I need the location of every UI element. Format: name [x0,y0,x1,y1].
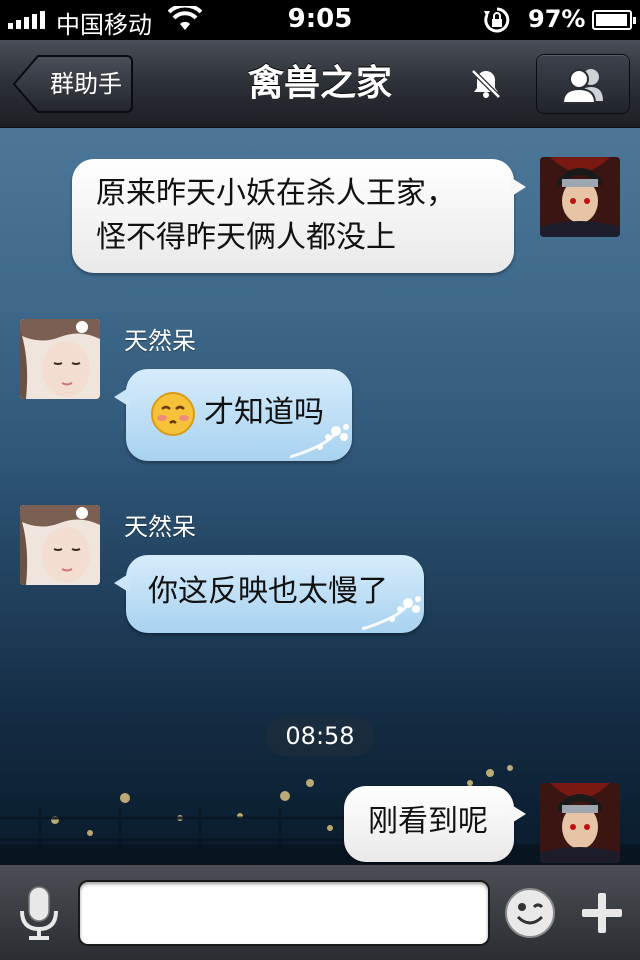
contact-message-bubble[interactable]: 才知道吗 [114,369,352,461]
bubble-tail [114,573,130,593]
avatar-image [20,505,100,585]
message-timestamp: 08:58 [266,716,374,756]
bubble-tail [114,387,130,407]
message-text-line: 怪不得昨天俩人都没上 [96,220,396,255]
input-bar [0,864,640,960]
back-button[interactable]: 群助手 [12,54,134,114]
sender-name: 天然呆 [124,327,196,355]
bubble-tail [510,804,526,824]
mute-icon [471,69,501,99]
members-button[interactable] [536,54,630,114]
contact-avatar[interactable] [20,505,100,585]
avatar-image [540,157,620,237]
avatar-image [540,783,620,863]
members-icon [561,69,603,104]
status-bar: 中国移动 9:05 97% [0,0,640,40]
bubble-tail [510,177,526,197]
avatar-image [20,319,100,399]
microphone-icon[interactable] [14,883,64,943]
nav-bar: 群助手 禽兽之家 [0,40,640,128]
contact-avatar[interactable] [20,319,100,399]
message-input[interactable] [78,880,490,946]
sender-name: 天然呆 [124,513,196,541]
emoji-icon[interactable] [504,887,556,939]
my-message-bubble[interactable]: 原来昨天小妖在杀人王家， 怪不得昨天俩人都没上 [72,159,526,273]
plus-icon[interactable] [576,887,628,939]
battery-percent: 97% [528,5,586,33]
my-avatar[interactable] [540,157,620,237]
message-text: 你这反映也太慢了 [148,574,388,609]
blushing-face-icon [151,392,195,436]
message-text-line: 原来昨天小妖在杀人王家， [96,176,456,211]
wave-decoration [290,424,349,459]
my-message-bubble[interactable]: 刚看到呢 [344,786,526,862]
wave-decoration [362,596,421,631]
chat-title: 禽兽之家 [247,63,392,104]
my-avatar[interactable] [540,783,620,863]
back-button-label: 群助手 [50,70,122,98]
message-text: 刚看到呢 [368,804,488,839]
rotation-lock-icon [484,7,510,33]
contact-message-bubble[interactable]: 你这反映也太慢了 [114,555,424,633]
chat-area[interactable]: 原来昨天小妖在杀人王家， 怪不得昨天俩人都没上 天然呆 才知道吗 天然呆 你这反… [0,128,640,864]
battery-icon [592,10,636,30]
